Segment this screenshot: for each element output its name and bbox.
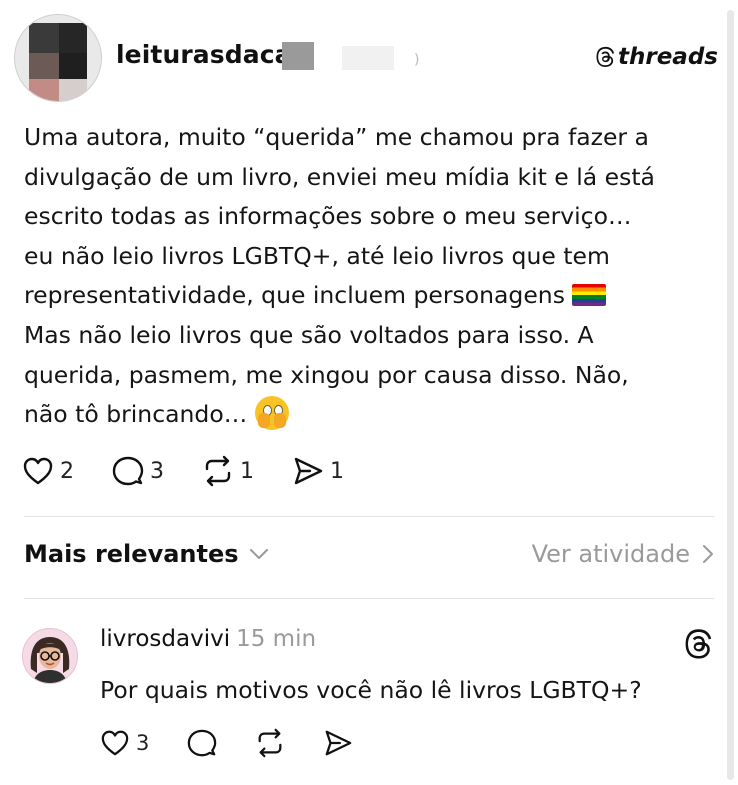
view-activity-label: Ver atividade xyxy=(531,540,690,568)
replies-header: Mais relevantes Ver atividade xyxy=(24,540,714,568)
comment-icon xyxy=(112,456,144,486)
like-button[interactable]: 2 xyxy=(22,456,74,486)
post-line: eu não leio livros LGBTQ+, até leio livr… xyxy=(24,241,610,270)
heart-icon xyxy=(23,457,53,485)
reply-comment-button[interactable] xyxy=(187,728,217,758)
author-avatar[interactable] xyxy=(14,14,102,102)
reply-count: 3 xyxy=(150,458,164,484)
post-line: divulgação de um livro, enviei meu mídia… xyxy=(24,162,655,191)
threads-brand: threads xyxy=(594,44,718,70)
reply-share-button[interactable] xyxy=(323,728,353,758)
heart-icon xyxy=(101,730,129,756)
send-icon xyxy=(326,730,352,756)
post-line: querida, pasmem, me xingou por causa dis… xyxy=(24,360,629,389)
view-activity-link[interactable]: Ver atividade xyxy=(532,540,714,568)
redaction-block xyxy=(342,46,394,70)
post-actions: 2 3 1 1 xyxy=(22,455,382,487)
reply-username[interactable]: livrosdavivi xyxy=(100,626,230,652)
reply-actions: 3 xyxy=(100,728,391,758)
threads-icon xyxy=(685,629,712,659)
like-count: 2 xyxy=(60,458,74,484)
reply-button[interactable]: 3 xyxy=(112,455,164,487)
divider xyxy=(24,598,714,599)
post-line-with-emoji: representatividade, que incluem personag… xyxy=(24,276,704,316)
post-line: escrito todas as informações sobre o meu… xyxy=(24,202,632,231)
reply-header: livrosdavivi 15 min xyxy=(100,626,316,652)
post-line-with-emoji: não tô brincando… xyxy=(24,395,704,435)
avatar-illustration xyxy=(23,629,77,683)
reply-body: Por quais motivos você não lê livros LGB… xyxy=(100,676,642,704)
comment-icon xyxy=(188,729,217,757)
reply-like-button[interactable]: 3 xyxy=(100,729,149,757)
redaction-block xyxy=(282,42,314,70)
chevron-right-icon xyxy=(703,545,713,563)
scrollbar[interactable] xyxy=(727,10,734,780)
post-line: Mas não leio livros que são voltados par… xyxy=(24,320,594,349)
redaction-mark: ) xyxy=(414,52,420,68)
threads-logo xyxy=(682,628,714,664)
repost-count: 1 xyxy=(240,458,254,484)
reply-timestamp: 15 min xyxy=(236,626,317,652)
repost-icon xyxy=(205,455,231,487)
threads-icon xyxy=(596,46,615,67)
post-line: não tô brincando… xyxy=(24,400,248,429)
reply-author-avatar[interactable] xyxy=(22,628,78,684)
repost-icon xyxy=(258,728,282,758)
share-button[interactable]: 1 xyxy=(292,455,344,487)
share-count: 1 xyxy=(330,458,344,484)
reply-repost-button[interactable] xyxy=(255,728,285,758)
send-icon xyxy=(294,457,323,485)
hand-over-mouth-emoji-icon xyxy=(254,396,289,431)
divider xyxy=(24,516,714,517)
repost-button[interactable]: 1 xyxy=(202,455,254,487)
sort-dropdown[interactable]: Mais relevantes xyxy=(24,540,269,568)
chevron-down-icon xyxy=(249,549,268,559)
author-username[interactable]: leiturasdaca xyxy=(116,40,292,69)
reply-like-count: 3 xyxy=(136,731,150,755)
threads-wordmark: threads xyxy=(618,44,718,70)
post-line: representatividade, que incluem personag… xyxy=(24,281,565,310)
rainbow-flag-icon xyxy=(572,284,607,307)
post-body: Uma autora, muito “querida” me chamou pr… xyxy=(24,118,704,435)
sort-label: Mais relevantes xyxy=(24,540,239,568)
post-line: Uma autora, muito “querida” me chamou pr… xyxy=(24,123,649,151)
